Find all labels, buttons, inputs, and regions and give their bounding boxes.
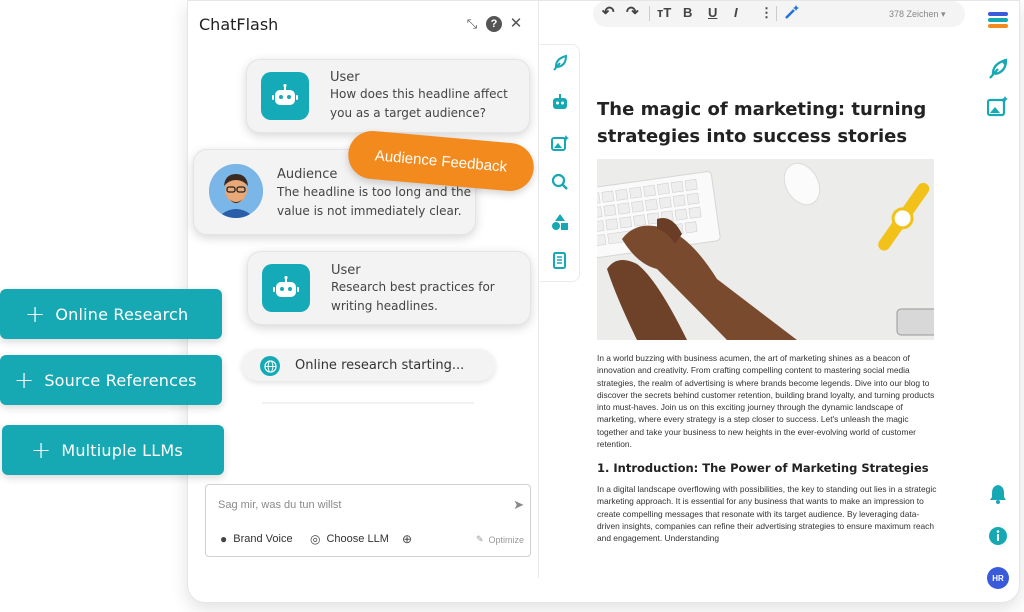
collapse-icon[interactable]: ⤡ [464,16,480,32]
shapes-tool-icon[interactable] [550,212,570,232]
chat-message-user: User Research best practices for writing… [247,251,531,325]
document-image[interactable] [597,159,934,340]
message-author: User [331,263,361,278]
plus-icon: + [31,436,52,464]
person-icon: ● [220,532,228,546]
document-section-paragraph[interactable]: In a digital landscape overflowing with … [597,483,940,545]
document-section-heading[interactable]: 1. Introduction: The Power of Marketing … [597,461,929,475]
message-author: User [330,70,360,85]
online-research-button[interactable]: + Online Research [0,289,222,339]
info-icon[interactable] [987,525,1009,547]
character-count[interactable]: 378 Zeichen ▾ [889,9,946,20]
more-options-icon[interactable]: ⋮ [760,5,773,21]
close-icon[interactable]: ✕ [508,16,524,32]
toolbar-separator [649,6,650,21]
choose-llm-button[interactable]: ◎ Choose LLM [310,532,389,546]
text-size-icon[interactable]: тT [657,5,671,20]
redo-icon[interactable]: ↷ [626,3,639,21]
globe-icon [260,356,280,376]
search-tool-icon[interactable] [550,172,570,192]
magic-format-icon[interactable] [784,4,800,23]
message-author: Audience [277,167,338,182]
panel-divider [538,0,539,578]
globe-icon: ⊕ [402,532,413,546]
chat-message-user: User How does this headline affect you a… [246,59,530,133]
document-intro-paragraph[interactable]: In a world buzzing with business acumen,… [597,352,940,450]
underline-button[interactable]: U [708,5,717,20]
plus-icon: + [25,300,46,328]
llm-icon: ◎ [310,532,321,546]
undo-icon[interactable]: ↶ [602,3,615,21]
send-icon[interactable]: ➤ [513,497,524,513]
italic-button[interactable]: I [734,5,738,20]
research-status-text: Online research starting... [295,358,465,373]
chat-input-placeholder: Sag mir, was du tun willst [218,499,342,511]
optimize-button[interactable]: ✎ Optimize [476,534,524,545]
robot-icon [272,84,298,105]
audience-avatar [209,164,263,218]
menu-icon[interactable] [987,9,1009,31]
image-ai-tool-icon[interactable] [550,133,570,153]
feather-tool-icon[interactable] [550,53,570,73]
bot-avatar [261,72,309,120]
message-text: The headline is too long and the value i… [277,185,471,218]
chat-title: ChatFlash [199,15,279,34]
toolbar-separator [776,6,777,21]
bold-button[interactable]: B [683,5,692,20]
message-text: Research best practices for writing head… [331,280,495,313]
source-references-button[interactable]: + Source References [0,355,222,405]
plus-icon: + [14,366,35,394]
multiple-llms-button[interactable]: + Multiuple LLMs [2,425,224,475]
document-tool-icon[interactable] [550,251,570,271]
document-title[interactable]: The magic of marketing: turning strategi… [597,96,927,150]
image-ai-icon[interactable] [987,95,1009,117]
loading-line [262,402,474,404]
feather-icon: ✎ [475,534,484,544]
message-text: How does this headline affect you as a t… [330,87,508,120]
chat-input[interactable]: Sag mir, was du tun willst ➤ ● Brand Voi… [205,484,531,557]
robot-icon [273,276,299,297]
web-search-toggle[interactable]: ⊕ [402,532,418,546]
robot-tool-icon[interactable] [550,92,570,112]
tool-rail [540,44,580,282]
help-icon[interactable]: ? [486,16,502,32]
brand-voice-button[interactable]: ● Brand Voice [220,532,293,546]
bell-icon[interactable] [987,483,1009,505]
bot-avatar [262,264,310,312]
user-avatar[interactable]: HR [987,567,1009,589]
feather-icon[interactable] [987,58,1009,80]
